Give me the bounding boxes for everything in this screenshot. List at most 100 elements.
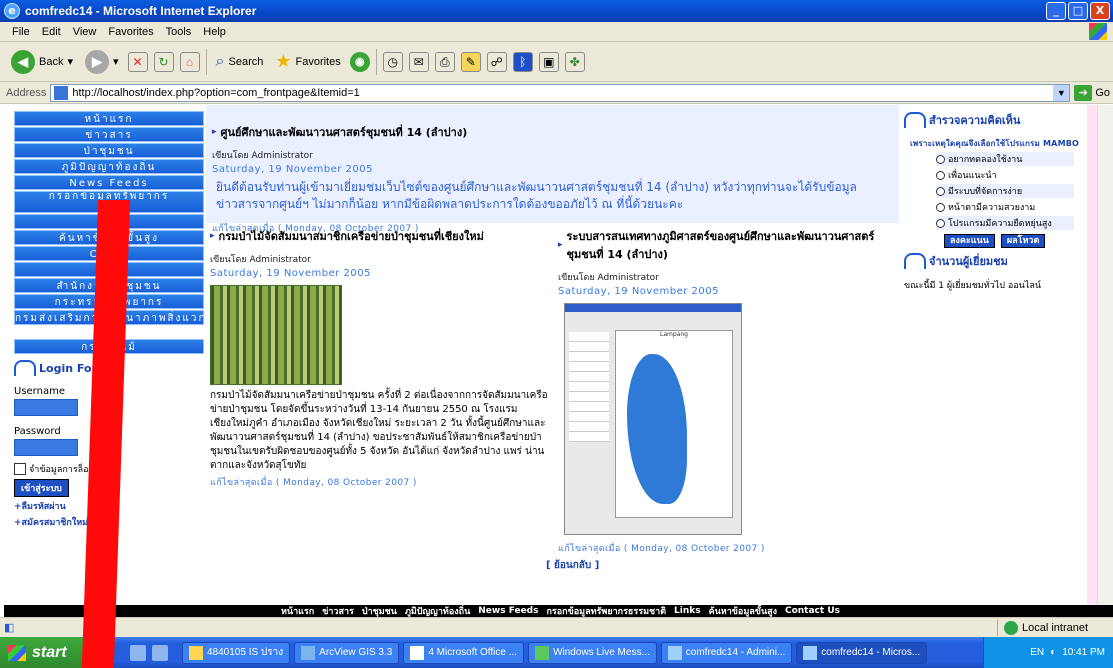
home-button[interactable]: ⌂ [179,51,200,72]
chevron-down-icon: ▾ [113,56,119,68]
menu-help[interactable]: Help [203,26,226,38]
menu-tools[interactable]: Tools [166,26,192,38]
language-indicator[interactable]: EN [1030,647,1044,658]
task-button-active[interactable]: comfredc14 - Micros... [796,641,928,664]
poll-option[interactable]: มีระบบที่จัดการง่าย [936,184,1074,198]
page-border [1087,105,1097,605]
footer-link[interactable]: ภูมิปัญญาท้องถิ่น [405,604,470,617]
tray-icon[interactable]: ◐ [1050,647,1056,658]
footer-link[interactable]: หน้าแรก [281,604,314,617]
vote-button[interactable]: ลงคะแนน [944,234,995,248]
menu-file[interactable]: File [12,26,30,38]
toolbar-separator [375,48,377,75]
clock: 10:41 PM [1062,647,1105,658]
password-input[interactable] [14,439,78,456]
back-button[interactable]: ◀ Back ▾ [8,48,76,76]
footer-link[interactable]: ป่าชุมชน [362,604,397,617]
nav-news[interactable]: ข่าวสาร [14,127,204,142]
article-1-author: เขียนโดย Administrator [210,255,311,265]
media-button[interactable]: ◉ [349,51,370,72]
favorites-label: Favorites [295,55,341,68]
screenshot-titlebar [565,304,741,312]
close-button[interactable]: X [1090,2,1110,20]
menu-edit[interactable]: Edit [42,26,61,38]
login-button[interactable]: เข้าสู่ระบบ [14,479,69,497]
messenger-button[interactable]: ▣ [538,51,559,72]
task-button[interactable]: 4840105 IS ปราง [182,641,291,664]
footer-link[interactable]: กรอกข้อมูลทรัพยากรธรรมชาติ [546,604,666,617]
quick-launch-icon[interactable] [130,644,146,661]
poll-option[interactable]: เพื่อนแนะนำ [936,168,1074,182]
map-title: Lampang [660,331,688,338]
windows-flag-icon [8,644,26,661]
article-2-title-text: ระบบสารสนเทศทางภูมิศาสตร์ของศูนย์ศึกษาแล… [566,230,875,261]
article-columns: ▸ กรมป่าไม้จัดสัมมนาสมาชิกเครือข่ายป่าชุ… [206,223,899,583]
back-link[interactable]: [ ย้อนกลับ ] [544,558,898,573]
poll-option[interactable]: โปรแกรมมีความยืดหยุ่นสูง [936,216,1074,230]
quick-launch-icon[interactable] [152,644,168,661]
task-button[interactable]: Windows Live Mess... [528,641,657,664]
poll-option[interactable]: หน้าตามีความสวยงาม [936,200,1074,214]
nav-local-wisdom[interactable]: ภูมิปัญญาท้องถิ่น [14,159,204,174]
search-label: Search [228,55,264,68]
radio-button[interactable] [936,202,945,212]
menu-view[interactable]: View [73,26,97,38]
poll-title: สำรวจความคิดเห็น [929,114,1021,127]
stop-button[interactable]: ✕ [127,51,148,72]
windows-logo-icon [1089,23,1107,40]
footer-link[interactable]: ค้นหาข้อมูลขั้นสูง [709,604,777,617]
vertical-scrollbar[interactable] [1097,105,1113,617]
history-button[interactable]: ◷ [382,51,403,72]
nav-home[interactable]: หน้าแรก [14,111,204,126]
research-button[interactable]: ✤ [564,51,585,72]
task-button[interactable]: comfredc14 - Admini... [660,641,793,664]
back-label: Back [39,55,64,68]
poll-option[interactable]: อยากทดลองใช้งาน [936,152,1074,166]
window-title: comfredc14 - Microsoft Internet Explorer [25,4,257,18]
menu-favorites[interactable]: Favorites [108,26,153,38]
results-button[interactable]: ผลโหวต [1000,234,1046,248]
task-button[interactable]: 4 Microsoft Office ... [403,641,525,664]
discuss-button[interactable]: ☍ [486,51,507,72]
start-label: start [32,643,67,661]
footer-link[interactable]: Contact Us [785,606,840,616]
article-2-title[interactable]: ▸ ระบบสารสนเทศทางภูมิศาสตร์ของศูนย์ศึกษา… [558,227,898,263]
radio-button[interactable] [936,186,945,196]
address-field[interactable]: http://localhost/index.php?option=com_fr… [50,83,1071,102]
radio-button[interactable] [936,154,945,164]
go-button[interactable]: ➔ Go [1074,84,1110,101]
right-sidebar: สำรวจความคิดเห็น เพราะเหตุใดคุณจึงเลือกใ… [904,111,1082,292]
username-input[interactable] [14,399,78,416]
print-button[interactable]: ⎙ [434,51,455,72]
radio-button[interactable] [936,218,945,228]
poll-options: อยากทดลองใช้งาน เพื่อนแนะนำ มีระบบที่จัด… [904,152,1082,230]
radio-button[interactable] [936,170,945,180]
article-1-title[interactable]: ▸ กรมป่าไม้จัดสัมมนาสมาชิกเครือข่ายป่าชุ… [210,227,550,245]
zone-label: Local intranet [1022,621,1089,634]
footer-link[interactable]: ข่าวสาร [322,604,354,617]
maximize-button[interactable]: □ [1068,2,1088,20]
refresh-button[interactable]: ↻ [153,51,174,72]
bluetooth-icon[interactable]: ᛒ [512,51,533,72]
task-button[interactable]: ArcView GIS 3.3 [294,641,400,664]
remember-checkbox[interactable] [14,463,26,475]
footer-link[interactable]: Links [674,606,701,616]
search-button[interactable]: ⌕ Search [213,51,267,73]
feature-article: ▸ ศูนย์ศึกษาและพัฒนาวนศาสตร์ชุมชนที่ 14 … [206,105,899,234]
footer-link[interactable]: News Feeds [478,606,538,616]
poll-header: สำรวจความคิดเห็น [904,111,1082,129]
article-1-modified: แก้ไขล่าสุดเมื่อ ( Monday, 08 October 20… [210,478,417,488]
visitors-text: ขณะนี้มี 1 ผู้เยี่ยมชมทั่วไป ออนไลน์ [904,281,1041,291]
favorites-button[interactable]: ★ Favorites [272,49,343,74]
address-dropdown[interactable]: ▼ [1053,84,1070,101]
nav-news-feeds[interactable]: News Feeds [14,175,204,190]
task-label: comfredc14 - Micros... [821,647,921,658]
nav-community-forest[interactable]: ป่าชุมชน [14,143,204,158]
ie-icon: e [4,3,20,19]
forward-button[interactable]: ▶ ▾ [82,48,122,76]
edit-button[interactable]: ✎ [460,51,481,72]
minimize-button[interactable]: _ [1046,2,1066,20]
toolbar-separator [205,48,207,75]
mail-button[interactable]: ✉ [408,51,429,72]
back-arrow-icon: ◀ [11,49,35,74]
